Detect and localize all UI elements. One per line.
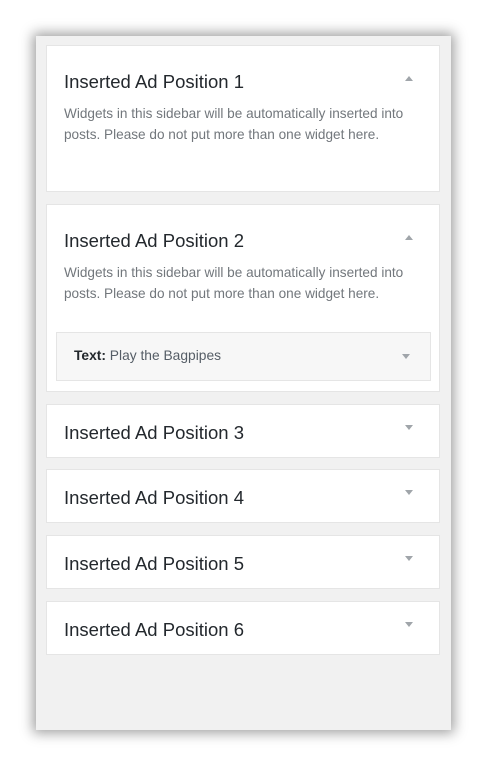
sidebar-inserted-ad-position-6[interactable]: Inserted Ad Position 6 <box>46 601 440 655</box>
widget-name: Play the Bagpipes <box>109 348 222 363</box>
sidebar-title[interactable]: Inserted Ad Position 6 <box>64 619 244 641</box>
arrow-up-icon[interactable] <box>399 72 419 86</box>
widget-text-play-the-bagpipes[interactable]: Text: Play the Bagpipes <box>56 332 431 381</box>
sidebar-title[interactable]: Inserted Ad Position 3 <box>64 422 244 444</box>
sidebar-description: Widgets in this sidebar will be automati… <box>64 265 404 301</box>
sidebar-inserted-ad-position-4[interactable]: Inserted Ad Position 4 <box>46 469 440 523</box>
arrow-down-icon[interactable] <box>399 618 419 632</box>
sidebar-title[interactable]: Inserted Ad Position 4 <box>64 487 244 509</box>
widget-type-label: Text: <box>74 348 106 363</box>
sidebar-inserted-ad-position-1: Inserted Ad Position 1 Widgets in this s… <box>46 45 440 192</box>
arrow-up-icon[interactable] <box>399 231 419 245</box>
arrow-down-icon[interactable] <box>399 486 419 500</box>
sidebar-title[interactable]: Inserted Ad Position 5 <box>64 553 244 575</box>
sidebar-inserted-ad-position-3[interactable]: Inserted Ad Position 3 <box>46 404 440 458</box>
sidebar-inserted-ad-position-5[interactable]: Inserted Ad Position 5 <box>46 535 440 589</box>
arrow-down-icon[interactable] <box>399 421 419 435</box>
widget-areas-panel: Inserted Ad Position 1 Widgets in this s… <box>36 36 451 730</box>
sidebar-title[interactable]: Inserted Ad Position 1 <box>64 71 244 93</box>
sidebar-description: Widgets in this sidebar will be automati… <box>64 106 404 142</box>
arrow-down-icon[interactable] <box>399 552 419 566</box>
sidebar-inserted-ad-position-2: Inserted Ad Position 2 Widgets in this s… <box>46 204 440 392</box>
sidebar-title[interactable]: Inserted Ad Position 2 <box>64 230 244 252</box>
arrow-down-icon[interactable] <box>399 352 413 362</box>
widget-title: Text: Play the Bagpipes <box>74 348 221 363</box>
